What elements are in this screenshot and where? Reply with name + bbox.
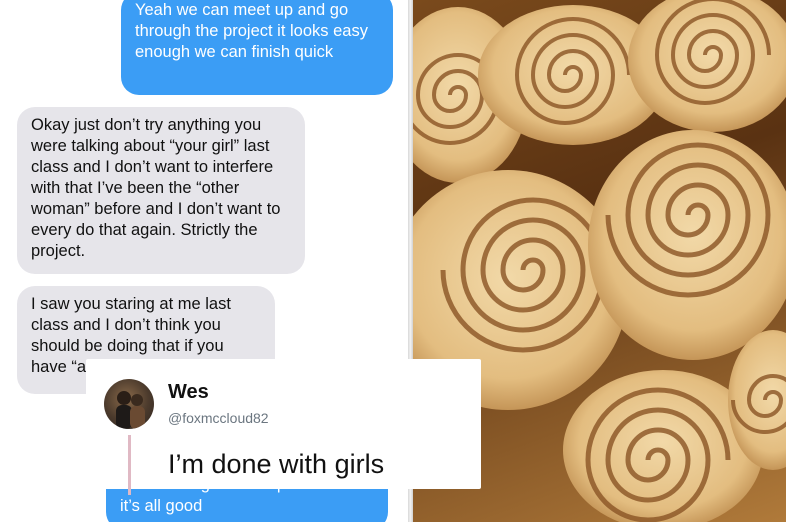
sent-message-text: it’s all good <box>120 497 203 515</box>
avatar[interactable] <box>104 379 154 429</box>
received-message-bubble: Okay just don’t try anything you were ta… <box>17 107 305 274</box>
received-message-text: Okay just don’t try anything you were ta… <box>31 116 281 260</box>
tweet-author-handle[interactable]: @foxmccloud82 <box>168 410 269 426</box>
sent-message-bubble: Yeah we can meet up and go through the p… <box>121 0 393 95</box>
tweet-text: I’m done with girls <box>168 449 385 479</box>
sent-message-text: Yeah we can meet up and go through the p… <box>135 1 368 61</box>
tweet-author-name[interactable]: Wes <box>168 381 209 404</box>
tweet-card: Wes @foxmccloud82 I’m done with girls <box>86 359 481 495</box>
thread-line <box>128 435 131 495</box>
avatar-photo-icon <box>116 391 145 429</box>
